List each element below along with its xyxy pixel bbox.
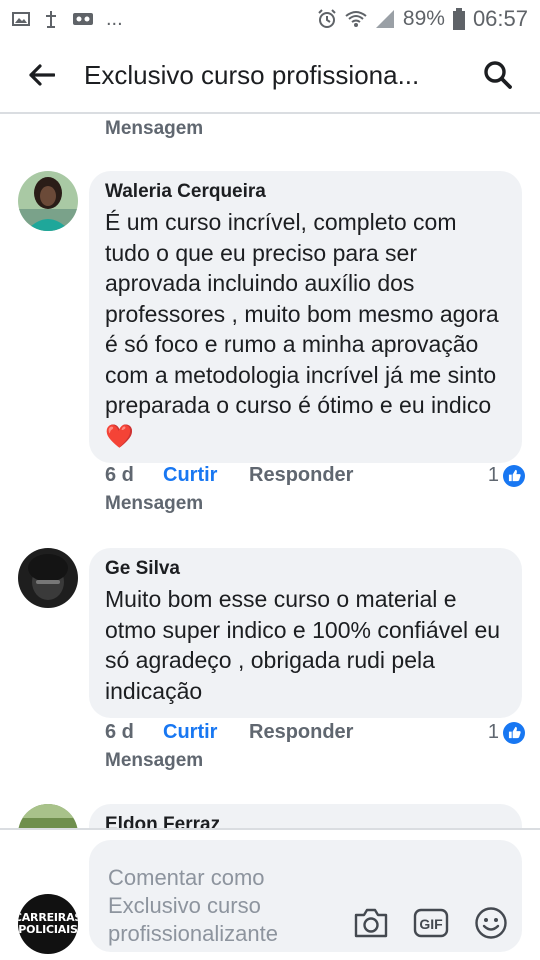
back-button[interactable] bbox=[0, 37, 84, 113]
message-link[interactable]: Mensagem bbox=[105, 118, 203, 140]
page-title: Exclusivo curso profissiona... bbox=[84, 59, 420, 90]
comment-actions: 6 d Curtir Responder 1 bbox=[105, 464, 525, 487]
reaction-count[interactable]: 1 bbox=[488, 464, 525, 487]
message-link[interactable]: Mensagem bbox=[105, 750, 203, 772]
cross-notification-icon bbox=[46, 11, 56, 28]
emoji-button[interactable] bbox=[472, 904, 510, 942]
comment-author[interactable]: Ge Silva bbox=[105, 558, 506, 580]
like-button[interactable]: Curtir bbox=[163, 721, 249, 744]
avatar-photo bbox=[18, 548, 78, 608]
message-link[interactable]: Mensagem bbox=[105, 493, 203, 515]
comment-bubble: Ge Silva Muito bom esse curso o material… bbox=[89, 548, 522, 718]
reply-button[interactable]: Responder bbox=[249, 464, 353, 487]
reply-button[interactable]: Responder bbox=[249, 721, 353, 744]
comment-composer: CARREIRAS POLICIAIS Comentar como Exclus… bbox=[0, 828, 540, 960]
gif-label: GIF bbox=[419, 915, 443, 932]
comments-feed: Mensagem Waleria Cerqueira É um curso in… bbox=[0, 116, 540, 828]
comment-author[interactable]: Waleria Cerqueira bbox=[105, 181, 506, 203]
search-icon bbox=[484, 61, 512, 89]
reaction-count[interactable]: 1 bbox=[488, 721, 525, 744]
comment-timestamp[interactable]: 6 d bbox=[105, 721, 163, 744]
battery-percent: 89% bbox=[402, 7, 445, 30]
comment-placeholder: Comentar como Exclusivo curso profission… bbox=[108, 865, 278, 946]
signal-icon bbox=[375, 10, 394, 28]
like-button[interactable]: Curtir bbox=[163, 464, 249, 487]
comment-text: Muito bom esse curso o material e otmo s… bbox=[105, 586, 501, 704]
comment-bubble: Waleria Cerqueira É um curso incrível, c… bbox=[89, 171, 522, 463]
comment-bubble: Eldon Ferraz bbox=[89, 804, 522, 828]
voicemail-notification-icon bbox=[73, 13, 93, 25]
avatar[interactable] bbox=[18, 804, 78, 828]
status-bar: ... 89% 06:57 bbox=[0, 0, 540, 38]
comment-author[interactable]: Eldon Ferraz bbox=[105, 814, 506, 828]
avatar[interactable] bbox=[18, 171, 78, 231]
camera-button[interactable] bbox=[352, 904, 390, 942]
avatar-photo bbox=[18, 171, 78, 231]
wifi-icon bbox=[345, 11, 367, 27]
heart-emoji: ❤️ bbox=[105, 422, 134, 449]
arrow-left-icon bbox=[29, 64, 55, 86]
smiley-icon bbox=[475, 907, 507, 939]
more-notifications: ... bbox=[106, 7, 123, 30]
avatar-photo bbox=[18, 804, 78, 828]
comment-input[interactable]: Comentar como Exclusivo curso profission… bbox=[89, 840, 522, 952]
search-button[interactable] bbox=[456, 37, 540, 113]
top-app-bar: Exclusivo curso profissiona... bbox=[0, 38, 540, 114]
thumbs-up-icon bbox=[503, 721, 525, 744]
page-avatar[interactable]: CARREIRAS POLICIAIS bbox=[18, 894, 78, 954]
clock: 06:57 bbox=[472, 6, 528, 31]
composer-tools: GIF bbox=[352, 904, 510, 942]
image-notification-icon bbox=[12, 12, 30, 26]
alarm-icon bbox=[318, 9, 336, 28]
page-avatar-line-2: POLICIAIS bbox=[18, 923, 78, 936]
battery-icon bbox=[452, 8, 465, 30]
gif-button[interactable]: GIF bbox=[412, 904, 450, 942]
comment-text: É um curso incrível, completo com tudo o… bbox=[105, 209, 499, 449]
avatar[interactable] bbox=[18, 548, 78, 608]
comment-timestamp[interactable]: 6 d bbox=[105, 464, 163, 487]
comment-actions: 6 d Curtir Responder 1 bbox=[105, 721, 525, 744]
camera-icon bbox=[354, 908, 388, 938]
thumbs-up-icon bbox=[503, 464, 525, 487]
reaction-count-value: 1 bbox=[487, 464, 499, 486]
reaction-count-value: 1 bbox=[487, 721, 499, 743]
